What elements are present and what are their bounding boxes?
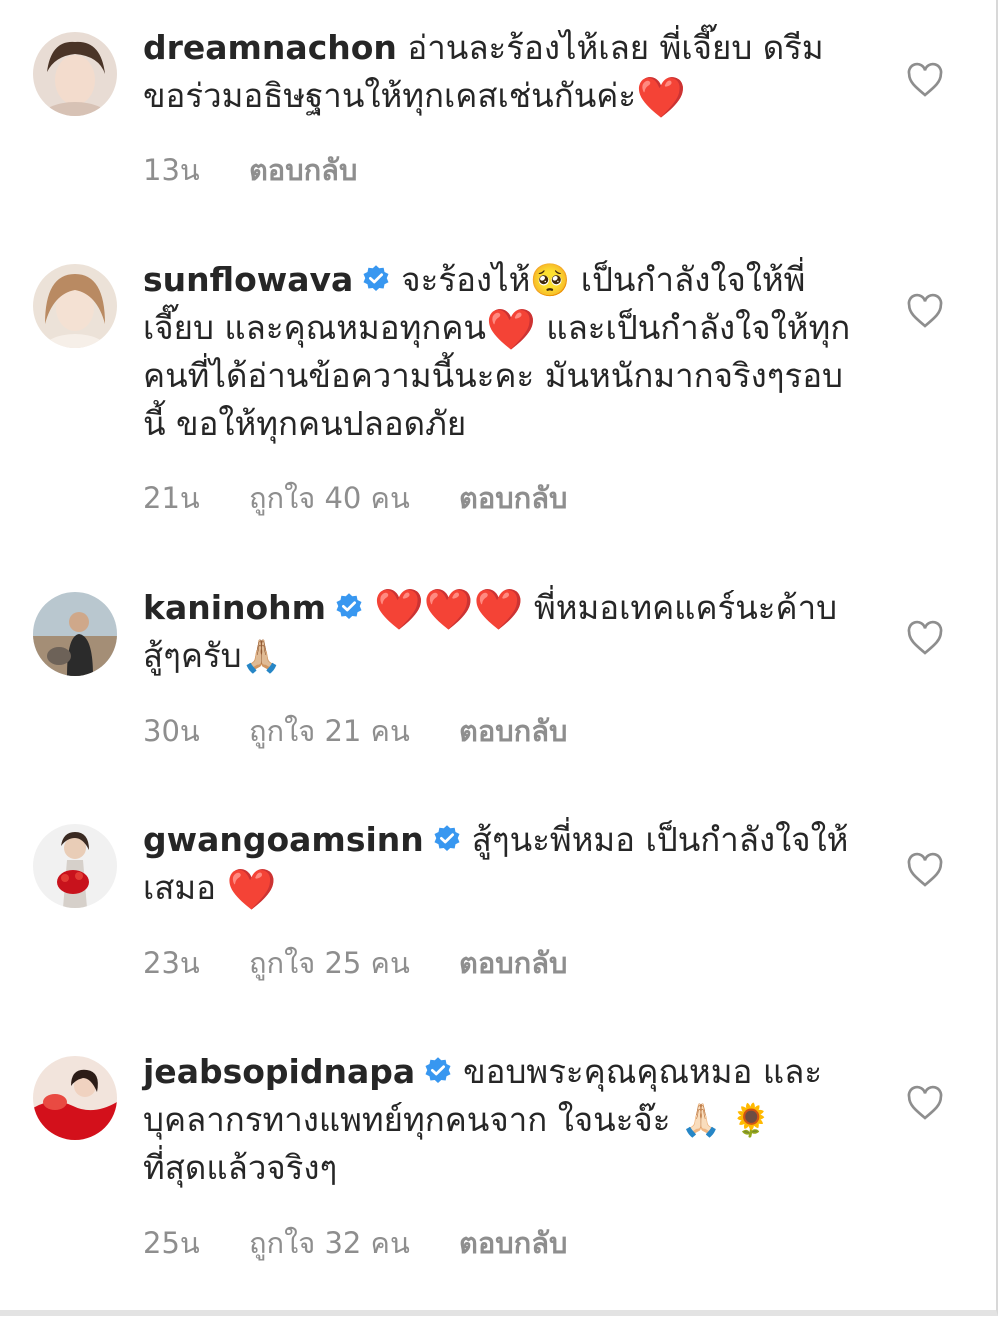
avatar[interactable] [33,264,117,348]
avatar-photo-icon [33,824,117,908]
folded-hands-emoji: 🙏🏼 [241,637,282,675]
comment-message: จะร้องไห้ [401,260,531,299]
like-count[interactable]: ถูกใจ 25 คน [249,940,410,986]
verified-badge-icon [363,265,389,291]
comment-time: 30น [143,714,200,748]
comment-username[interactable]: jeabsopidnapa [143,1052,415,1091]
comment-meta: 25น ถูกใจ 32 คน ตอบกลับ [143,1220,607,1266]
comment-meta: 30น ถูกใจ 21 คน ตอบกลับ [143,708,607,754]
comment-meta: 23น ถูกใจ 25 คน ตอบกลับ [143,940,607,986]
reply-button[interactable]: ตอบกลับ [459,708,567,754]
comment-text: kaninohm ❤️❤️❤️ พี่หมอเทคแคร์นะค้าบ สู้ๆ… [143,584,863,680]
verified-badge-icon [434,825,460,851]
like-count[interactable]: ถูกใจ 32 คน [249,1220,410,1266]
red-heart-emoji: ❤️ [486,307,536,353]
verified-badge-icon [425,1057,451,1083]
verified-badge-icon [336,593,362,619]
comment-body: sunflowava จะร้องไห้🥺 เป็นกำลังใจให้พี่เ… [143,256,863,448]
comment-time: 21น [143,481,200,515]
comment-time: 13น [143,153,200,187]
comment-text: dreamnachon อ่านละร้องไห้เลย พี่เจี๊ยบ ด… [143,24,863,120]
comment-text: jeabsopidnapa ขอบพระคุณคุณหมอ และบุคลากร… [143,1048,863,1192]
heart-outline-icon[interactable] [905,850,945,890]
reply-button[interactable]: ตอบกลับ [459,475,567,521]
like-count[interactable]: ถูกใจ 40 คน [249,475,410,521]
comment-meta: 21น ถูกใจ 40 คน ตอบกลับ [143,475,607,521]
heart-outline-icon[interactable] [905,618,945,658]
heart-outline-icon[interactable] [905,60,945,100]
comment-body: gwangoamsinn สู้ๆนะพี่หมอ เป็นกำลังใจให้… [143,816,863,912]
avatar[interactable] [33,32,117,116]
folded-hands-sunflower-emoji: 🙏🏻 🌻 [680,1101,771,1139]
avatar[interactable] [33,592,117,676]
avatar-photo-icon [33,264,117,348]
reply-button[interactable]: ตอบกลับ [249,147,357,193]
comment-body: kaninohm ❤️❤️❤️ พี่หมอเทคแคร์นะค้าบ สู้ๆ… [143,584,863,680]
comment-username[interactable]: sunflowava [143,260,353,299]
red-heart-emoji: ❤️ [226,867,277,913]
comment-body: dreamnachon อ่านละร้องไห้เลย พี่เจี๊ยบ ด… [143,24,863,120]
comment-message: ที่สุดแล้วจริงๆ [143,1148,338,1187]
red-heart-emoji: ❤️ [636,75,686,121]
comment-body: jeabsopidnapa ขอบพระคุณคุณหมอ และบุคลากร… [143,1048,863,1192]
heart-outline-icon[interactable] [905,1083,945,1123]
comment-text: gwangoamsinn สู้ๆนะพี่หมอ เป็นกำลังใจให้… [143,816,863,912]
avatar-photo-icon [33,1056,117,1140]
comment-username[interactable]: kaninohm [143,588,326,627]
comment-time: 25น [143,1226,200,1260]
comment-meta: 13น ตอบกลับ [143,147,397,193]
avatar[interactable] [33,824,117,908]
avatar-photo-icon [33,32,117,116]
comment-time: 23น [143,946,200,980]
like-count[interactable]: ถูกใจ 21 คน [249,708,410,754]
comment-username[interactable]: dreamnachon [143,28,397,67]
reply-button[interactable]: ตอบกลับ [459,940,567,986]
comment-username[interactable]: gwangoamsinn [143,820,424,859]
pleading-face-emoji: 🥺 [530,261,571,299]
avatar-photo-icon [33,592,117,676]
reply-button[interactable]: ตอบกลับ [459,1220,567,1266]
comment-text: sunflowava จะร้องไห้🥺 เป็นกำลังใจให้พี่เ… [143,256,863,448]
heart-outline-icon[interactable] [905,291,945,331]
red-heart-emoji: ❤️❤️❤️ [374,587,524,633]
avatar[interactable] [33,1056,117,1140]
